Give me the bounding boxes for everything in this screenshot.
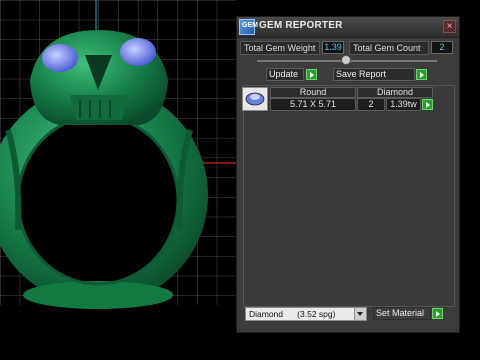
update-play-icon[interactable] bbox=[306, 69, 317, 80]
app-icon: GEM bbox=[239, 19, 258, 35]
total-gem-weight-value: 1.39 bbox=[322, 41, 344, 54]
column-header-cut: Round bbox=[270, 87, 356, 98]
total-gem-count-label: Total Gem Count bbox=[349, 41, 429, 55]
gem-thumbnail-icon[interactable] bbox=[242, 87, 268, 111]
total-gem-count-value: 2 bbox=[431, 41, 453, 54]
gem-right[interactable] bbox=[120, 38, 156, 66]
panel-titlebar[interactable]: GEM GEM REPORTER × bbox=[237, 17, 459, 38]
viewport-canvas[interactable] bbox=[0, 0, 236, 360]
gem-thumbnail-graphic bbox=[245, 92, 265, 106]
update-button[interactable]: Update bbox=[266, 68, 304, 81]
gem-left[interactable] bbox=[42, 44, 78, 72]
row-play-icon[interactable] bbox=[422, 99, 433, 110]
panel-title: GEM REPORTER bbox=[259, 20, 343, 31]
material-dropdown-value: Diamond (3.52 spg) bbox=[249, 309, 336, 319]
close-icon[interactable]: × bbox=[443, 20, 456, 33]
row-size-cell: 5.71 X 5.71 bbox=[270, 98, 356, 111]
gem-reporter-panel: GEM GEM REPORTER × Total Gem Weight 1.39… bbox=[236, 16, 460, 333]
3d-viewport[interactable] bbox=[0, 0, 236, 360]
dropdown-arrow-icon[interactable] bbox=[354, 308, 366, 320]
set-material-play-icon[interactable] bbox=[432, 308, 443, 319]
material-dropdown[interactable]: Diamond (3.52 spg) bbox=[245, 307, 367, 321]
column-header-material: Diamond bbox=[357, 87, 433, 98]
total-gem-weight-label: Total Gem Weight bbox=[240, 41, 320, 55]
panel-slider-knob[interactable] bbox=[341, 55, 351, 65]
row-count-cell: 2 bbox=[357, 98, 385, 111]
set-material-button[interactable]: Set Material bbox=[373, 307, 431, 320]
save-report-play-icon[interactable] bbox=[416, 69, 427, 80]
gem-list bbox=[243, 85, 455, 307]
row-weight-cell: 1.39tw bbox=[386, 98, 421, 111]
save-report-button[interactable]: Save Report bbox=[333, 68, 415, 81]
